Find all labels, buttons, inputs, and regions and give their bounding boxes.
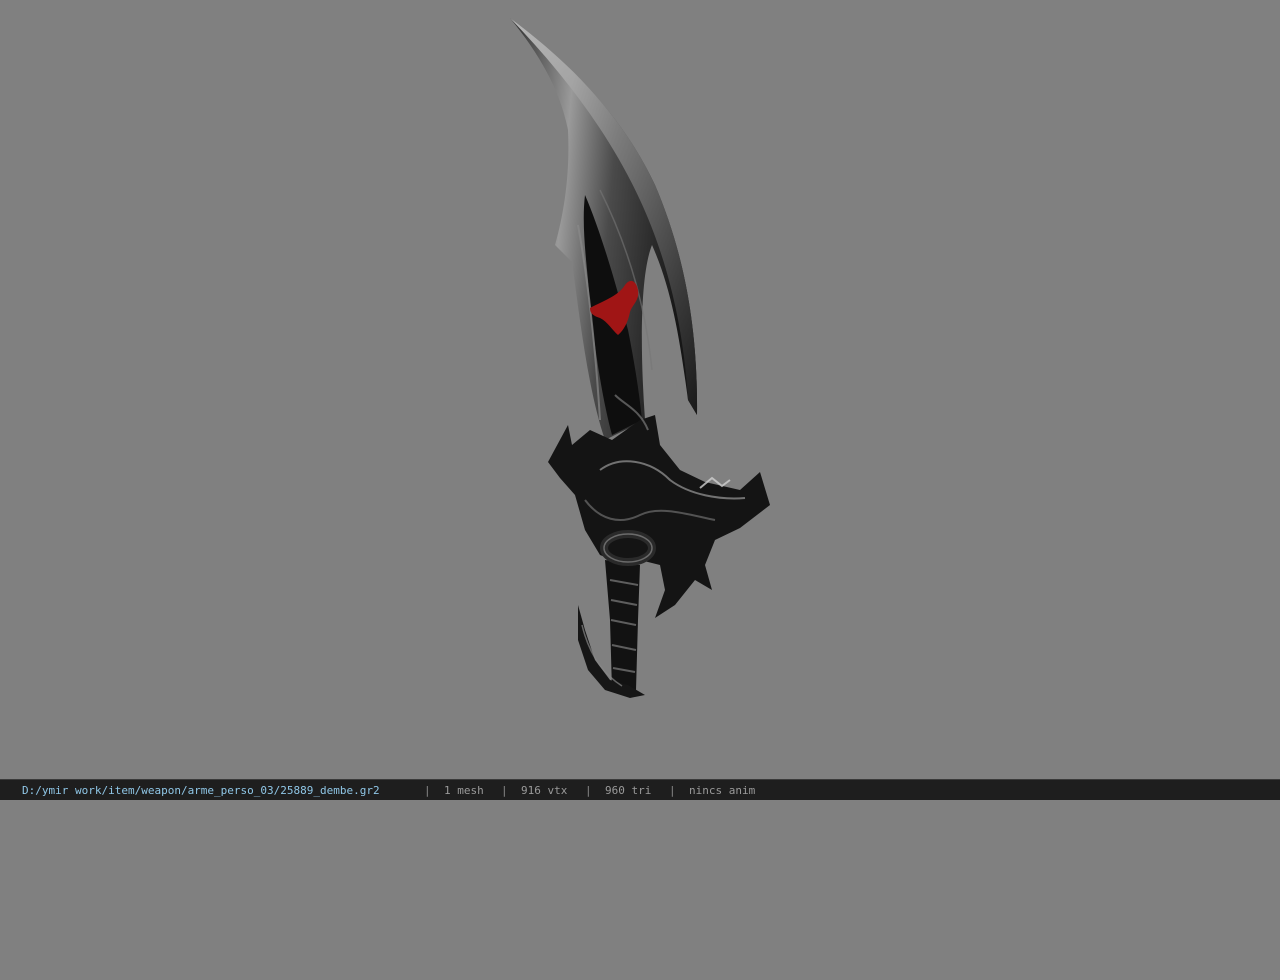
status-separator: |	[501, 784, 508, 797]
anim-status: nincs anim	[689, 784, 756, 797]
status-separator: |	[424, 784, 431, 797]
file-path: D:/ymir work/item/weapon/arme_perso_03/2…	[22, 784, 380, 797]
sword-model[interactable]	[0, 0, 1280, 779]
vertex-count: 916 vtx	[521, 784, 568, 797]
status-separator: |	[585, 784, 592, 797]
status-bar: D:/ymir work/item/weapon/arme_perso_03/2…	[0, 779, 1280, 800]
model-viewport[interactable]	[0, 0, 1280, 779]
triangle-count: 960 tri	[605, 784, 652, 797]
mesh-count: 1 mesh	[444, 784, 484, 797]
sword-guard	[548, 415, 770, 618]
status-separator: |	[669, 784, 676, 797]
